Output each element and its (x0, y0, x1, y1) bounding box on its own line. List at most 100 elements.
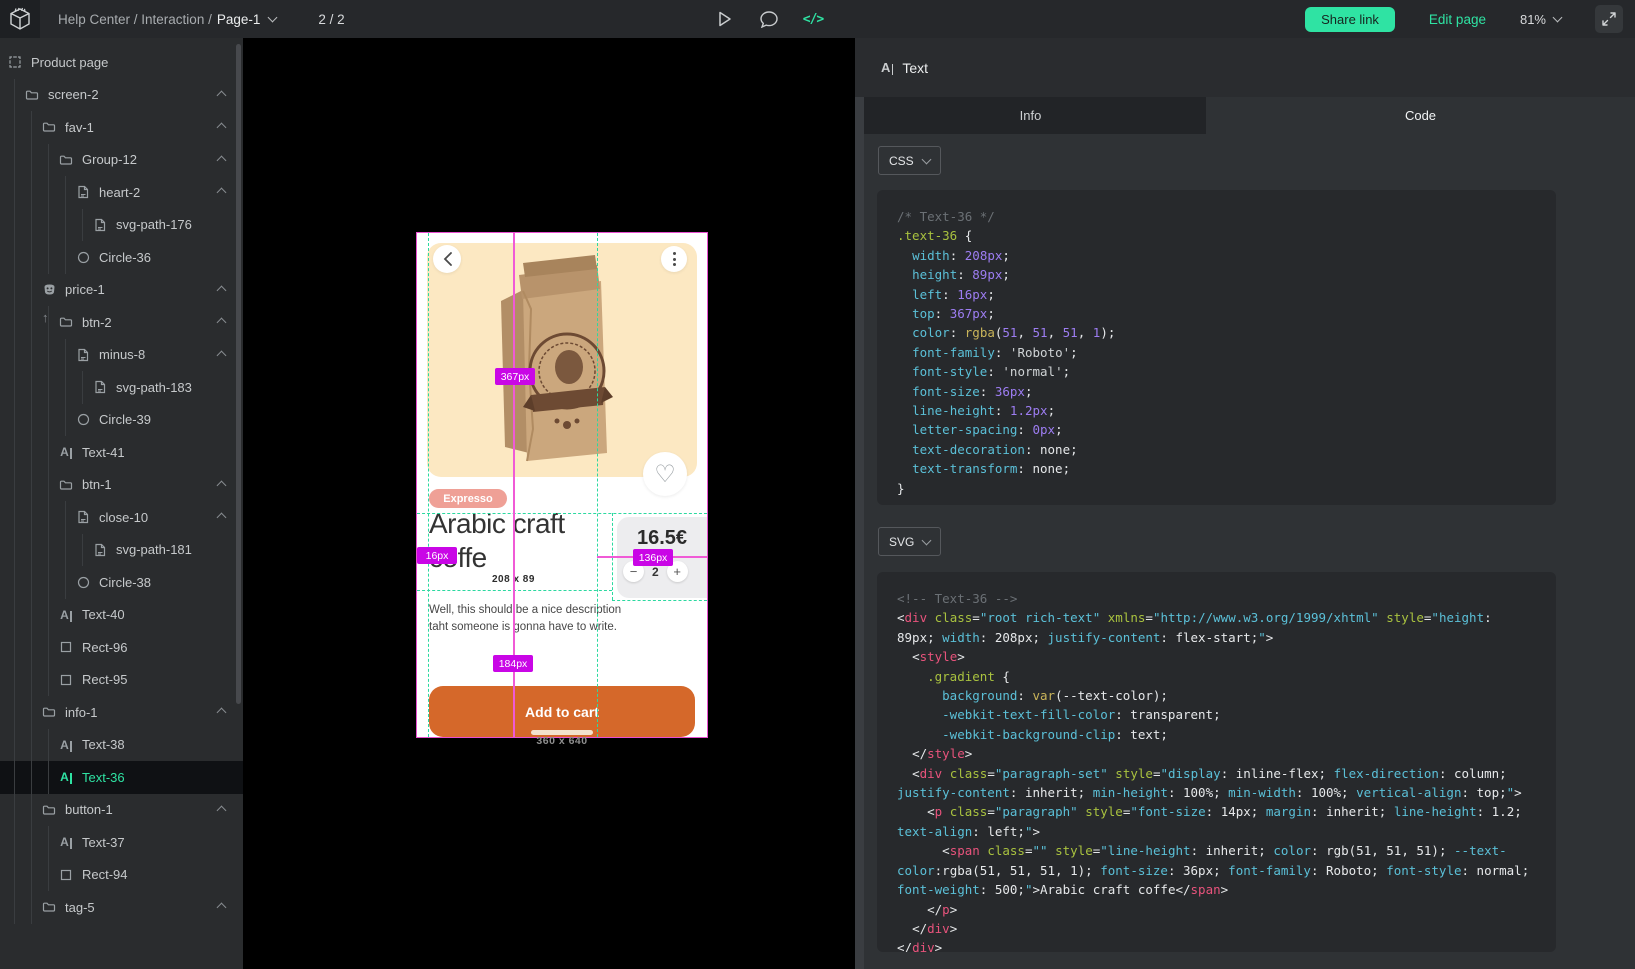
code-line: left: 16px; (897, 285, 1536, 304)
code-line: font-style: 'normal'; (897, 362, 1536, 381)
layer-item-svg-path-183[interactable]: svg-path-183 (0, 371, 243, 404)
code-line: top: 367px; (897, 304, 1536, 323)
layer-item-circle-36[interactable]: Circle-36 (0, 241, 243, 274)
page-counter: 2 / 2 (318, 12, 344, 27)
layer-item-rect-94[interactable]: Rect-94 (0, 859, 243, 892)
layer-item-text-41[interactable]: A Text-41 (0, 436, 243, 469)
layer-label: close-10 (99, 510, 148, 525)
zoom-level-dropdown[interactable]: 81% (1520, 12, 1561, 27)
layer-label: svg-path-176 (116, 217, 192, 232)
layer-item-rect-95[interactable]: Rect-95 (0, 664, 243, 697)
svg-code-block[interactable]: <!-- Text-36 --><div class="root rich-te… (877, 572, 1556, 952)
chevron-up-icon[interactable] (217, 708, 227, 718)
layer-item-text-38[interactable]: AText-38 (0, 729, 243, 762)
chevron-up-icon[interactable] (217, 480, 227, 490)
layer-item-circle-39[interactable]: Circle-39 (0, 404, 243, 437)
layer-item-product page[interactable]: Product page (0, 46, 243, 79)
svg-format-dropdown[interactable]: SVG (878, 527, 941, 556)
css-format-dropdown[interactable]: CSS (878, 146, 941, 175)
code-line: -webkit-background-clip: text; (897, 725, 1536, 744)
layer-label: Text-37 (82, 835, 125, 850)
file-layer-icon (93, 543, 107, 557)
breadcrumb-current-page[interactable]: Page-1 (217, 12, 261, 27)
chevron-up-icon[interactable] (217, 90, 227, 100)
layer-item-circle-38[interactable]: Circle-38 (0, 566, 243, 599)
layer-item-screen-2[interactable]: screen-2 (0, 79, 243, 112)
measure-badge-bottom: 184px (493, 655, 533, 672)
layer-label: Text-41 (82, 445, 125, 460)
panel-scrollbar[interactable] (855, 97, 864, 969)
chevron-up-icon[interactable] (217, 805, 227, 815)
layer-label: Text-38 (82, 737, 125, 752)
chevron-up-icon[interactable] (217, 123, 227, 133)
text-layer-icon: A (881, 60, 893, 75)
tab-code[interactable]: Code (1206, 97, 1635, 134)
layer-item-svg-path-176[interactable]: svg-path-176 (0, 209, 243, 242)
chevron-up-icon[interactable] (217, 155, 227, 165)
layer-item-close-10[interactable]: close-10 (0, 501, 243, 534)
rect-layer-icon (59, 640, 73, 654)
layer-item-svg-path-181[interactable]: svg-path-181 (0, 534, 243, 567)
layer-label: Group-12 (82, 152, 137, 167)
layer-item-text-36[interactable]: AText-36 (0, 761, 243, 794)
chevron-up-icon[interactable] (217, 513, 227, 523)
sidebar-scrollbar[interactable] (236, 44, 241, 704)
edit-page-link[interactable]: Edit page (1429, 12, 1486, 27)
layer-label: Circle-36 (99, 250, 151, 265)
code-line: </div> (897, 938, 1536, 952)
breadcrumb[interactable]: Help Center / Interaction / Page-1 (58, 12, 276, 27)
chevron-up-icon[interactable] (217, 188, 227, 198)
layer-item-text-40[interactable]: AText-40 (0, 599, 243, 632)
chevron-up-icon[interactable] (217, 903, 227, 913)
play-button[interactable] (715, 9, 735, 29)
layer-item-heart-2[interactable]: heart-2 (0, 176, 243, 209)
inspector-header: A Text (855, 38, 1635, 97)
share-link-button[interactable]: Share link (1305, 7, 1395, 32)
category-tag[interactable]: Expresso (429, 489, 507, 508)
favorite-heart-button[interactable]: ♡ (643, 452, 687, 496)
chevron-down-icon (268, 12, 278, 22)
layer-item-price-1[interactable]: price-1 (0, 274, 243, 307)
layer-item-group-12[interactable]: Group-12 (0, 144, 243, 177)
comment-button[interactable] (759, 9, 779, 29)
code-line: height: 89px; (897, 265, 1536, 284)
code-line: <!-- Text-36 --> (897, 589, 1536, 608)
product-title[interactable]: Arabic craftcoffe (429, 507, 604, 575)
chevron-left-icon (443, 252, 452, 266)
layer-item-btn-2[interactable]: btn-2 (0, 306, 243, 339)
layer-item-minus-8[interactable]: minus-8 (0, 339, 243, 372)
component-layer-icon (42, 283, 56, 297)
guide-left-margin (428, 233, 429, 737)
layer-item-fav-1[interactable]: fav-1 (0, 111, 243, 144)
chevron-up-icon[interactable] (217, 318, 227, 328)
phone-screen-frame[interactable]: ♡ Expresso Arabic craftcoffe 208 x 89 16… (417, 233, 707, 737)
layer-item-info-1[interactable]: info-1 (0, 696, 243, 729)
chevron-up-icon[interactable] (217, 350, 227, 360)
layer-item-rect-96[interactable]: Rect-96 (0, 631, 243, 664)
layer-label: btn-2 (82, 315, 112, 330)
circle-layer-icon (76, 413, 90, 427)
price-value: 16.5€ (617, 527, 707, 550)
layer-label: info-1 (65, 705, 98, 720)
quantity-value: 2 (652, 565, 659, 579)
fullscreen-button[interactable] (1595, 5, 1623, 33)
design-canvas[interactable]: ♡ Expresso Arabic craftcoffe 208 x 89 16… (243, 38, 855, 969)
css-code-block[interactable]: /* Text-36 */.text-36 { width: 208px; he… (877, 190, 1556, 505)
tab-info[interactable]: Info (855, 97, 1206, 134)
back-button[interactable] (433, 245, 461, 273)
chevron-up-icon[interactable] (217, 285, 227, 295)
code-mode-button[interactable]: </> (803, 9, 823, 29)
layer-item-text-37[interactable]: AText-37 (0, 826, 243, 859)
more-options-button[interactable] (661, 246, 687, 272)
layer-item-btn-1[interactable]: btn-1 (0, 469, 243, 502)
inspector-title: Text (902, 60, 928, 76)
code-line: </style> (897, 744, 1536, 763)
breadcrumb-prefix: Help Center / Interaction / (58, 12, 212, 27)
text-layer-icon: A (59, 445, 73, 459)
circle-layer-icon (76, 575, 90, 589)
layer-item-button-1[interactable]: button-1 (0, 794, 243, 827)
layer-item-tag-5[interactable]: tag-5 (0, 891, 243, 924)
folder-layer-icon (59, 153, 73, 167)
layer-label: Rect-96 (82, 640, 128, 655)
app-logo[interactable] (0, 0, 40, 38)
